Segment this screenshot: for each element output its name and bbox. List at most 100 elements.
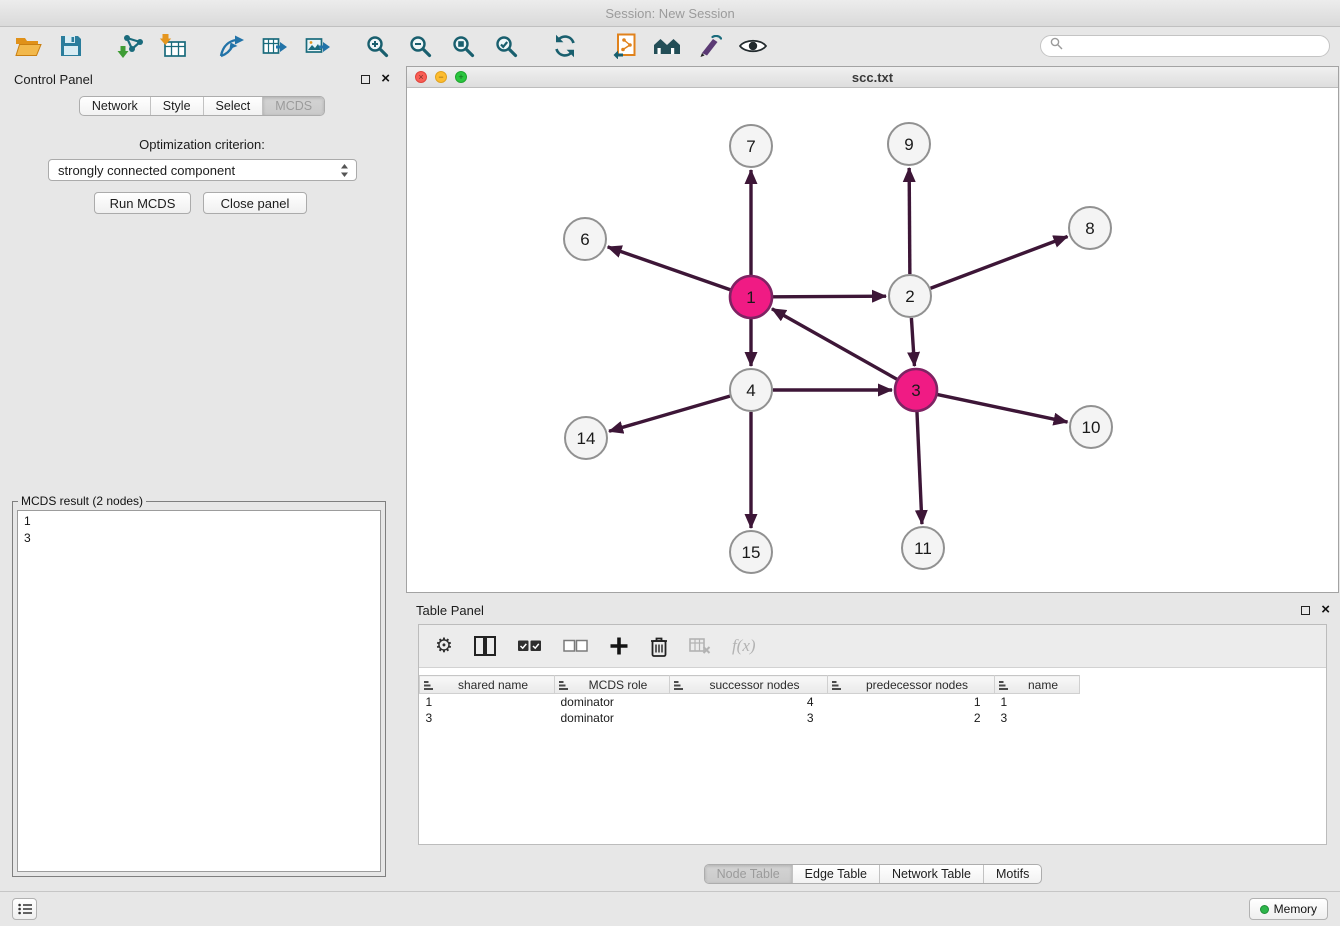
search-input[interactable] bbox=[1068, 39, 1320, 53]
column-header-shared-name[interactable]: shared name bbox=[420, 676, 555, 694]
select-all-icon[interactable] bbox=[517, 638, 542, 654]
table-panel-title: Table Panel bbox=[416, 603, 484, 618]
graph-edge-3-1[interactable] bbox=[772, 309, 897, 379]
export-table-icon[interactable] bbox=[257, 31, 293, 61]
tab-network-table[interactable]: Network Table bbox=[880, 865, 984, 883]
houses-icon[interactable] bbox=[649, 31, 685, 61]
deselect-all-icon[interactable] bbox=[563, 638, 588, 654]
import-network-icon[interactable] bbox=[112, 31, 148, 61]
share-arrows-icon[interactable] bbox=[214, 31, 250, 61]
sort-icon bbox=[998, 680, 1009, 694]
column-header-MCDS-role[interactable]: MCDS role bbox=[555, 676, 670, 694]
close-window-icon[interactable]: × bbox=[415, 71, 427, 83]
delete-table-icon bbox=[689, 637, 711, 655]
table-cell: 1 bbox=[828, 694, 995, 710]
tab-network[interactable]: Network bbox=[80, 97, 151, 115]
network-graph[interactable]: 7 9 6 8 1 2 4 3 14 10 15 11 bbox=[407, 88, 1338, 592]
document-network-icon[interactable] bbox=[606, 31, 642, 61]
network-window: scc.txt × − + 7 9 6 8 1 2 4 3 14 10 15 11 bbox=[406, 66, 1339, 593]
graph-node-2[interactable]: 2 bbox=[889, 275, 931, 317]
column-label: shared name bbox=[458, 678, 528, 692]
tab-mcds[interactable]: MCDS bbox=[263, 97, 324, 115]
svg-text:6: 6 bbox=[580, 230, 589, 249]
sort-icon bbox=[558, 680, 569, 694]
graph-node-11[interactable]: 11 bbox=[902, 527, 944, 569]
column-label: successor nodes bbox=[709, 678, 799, 692]
save-floppy-icon[interactable] bbox=[53, 31, 89, 61]
mcds-result-title: MCDS result (2 nodes) bbox=[18, 494, 146, 508]
zoom-out-icon[interactable] bbox=[402, 31, 438, 61]
menu-list-icon[interactable] bbox=[12, 898, 37, 920]
tab-edge-table[interactable]: Edge Table bbox=[793, 865, 880, 883]
import-table-icon[interactable] bbox=[155, 31, 191, 61]
graph-node-15[interactable]: 15 bbox=[730, 531, 772, 573]
table-row[interactable]: 1dominator411 bbox=[420, 694, 1080, 710]
control-tabs: NetworkStyleSelectMCDS bbox=[79, 96, 325, 116]
open-folder-icon[interactable] bbox=[10, 31, 46, 61]
table-row[interactable]: 3dominator323 bbox=[420, 710, 1080, 726]
graph-edge-2-9[interactable] bbox=[909, 168, 910, 274]
svg-text:9: 9 bbox=[904, 135, 913, 154]
close-table-panel-icon[interactable]: × bbox=[1321, 605, 1330, 615]
trash-icon[interactable] bbox=[650, 636, 668, 657]
graph-edge-2-8[interactable] bbox=[931, 236, 1068, 288]
close-panel-button[interactable]: Close panel bbox=[203, 192, 307, 214]
zoom-window-icon[interactable]: + bbox=[455, 71, 467, 83]
svg-text:11: 11 bbox=[914, 539, 932, 558]
columns-icon[interactable] bbox=[474, 636, 496, 656]
graph-edge-3-10[interactable] bbox=[938, 395, 1068, 422]
tab-node-table[interactable]: Node Table bbox=[705, 865, 793, 883]
network-window-titlebar[interactable]: scc.txt × − + bbox=[407, 67, 1338, 88]
memory-button[interactable]: Memory bbox=[1249, 898, 1328, 920]
tab-style[interactable]: Style bbox=[151, 97, 204, 115]
network-canvas[interactable]: 7 9 6 8 1 2 4 3 14 10 15 11 bbox=[407, 88, 1338, 592]
svg-text:4: 4 bbox=[746, 381, 755, 400]
graph-node-4[interactable]: 4 bbox=[730, 369, 772, 411]
float-panel-icon[interactable] bbox=[361, 75, 370, 84]
graph-node-10[interactable]: 10 bbox=[1070, 406, 1112, 448]
node-table[interactable]: shared name MCDS role successor nodes prede… bbox=[419, 675, 1326, 844]
graph-node-3[interactable]: 3 bbox=[895, 369, 937, 411]
graph-edge-4-14[interactable] bbox=[609, 396, 730, 431]
graph-edge-3-11[interactable] bbox=[917, 412, 922, 524]
column-header-predecessor-nodes[interactable]: predecessor nodes bbox=[828, 676, 995, 694]
graph-node-7[interactable]: 7 bbox=[730, 125, 772, 167]
zoom-fit-icon[interactable] bbox=[445, 31, 481, 61]
table-cell: 3 bbox=[995, 710, 1080, 726]
graph-node-14[interactable]: 14 bbox=[565, 417, 607, 459]
result-value: 1 bbox=[24, 513, 374, 530]
graph-node-6[interactable]: 6 bbox=[564, 218, 606, 260]
run-mcds-button[interactable]: Run MCDS bbox=[94, 192, 191, 214]
column-header-successor-nodes[interactable]: successor nodes bbox=[670, 676, 828, 694]
table-cell: 1 bbox=[995, 694, 1080, 710]
graph-node-1[interactable]: 1 bbox=[730, 276, 772, 318]
tab-motifs[interactable]: Motifs bbox=[984, 865, 1041, 883]
gear-icon[interactable]: ⚙ bbox=[435, 636, 453, 656]
graph-node-9[interactable]: 9 bbox=[888, 123, 930, 165]
graph-edge-1-2[interactable] bbox=[773, 296, 886, 297]
graph-edge-1-6[interactable] bbox=[608, 247, 731, 290]
table-panel: Table Panel × ⚙ bbox=[406, 597, 1340, 891]
criterion-dropdown[interactable]: strongly connected component bbox=[48, 159, 357, 181]
refresh-icon[interactable] bbox=[547, 31, 583, 61]
add-icon[interactable] bbox=[609, 636, 629, 656]
column-label: predecessor nodes bbox=[866, 678, 968, 692]
minimize-window-icon[interactable]: − bbox=[435, 71, 447, 83]
search-box[interactable] bbox=[1040, 35, 1330, 57]
zoom-in-icon[interactable] bbox=[359, 31, 395, 61]
mcds-result-box: MCDS result (2 nodes) 13 bbox=[12, 501, 386, 877]
memory-status-icon bbox=[1260, 905, 1269, 914]
style-brush-icon[interactable] bbox=[692, 31, 728, 61]
zoom-check-icon[interactable] bbox=[488, 31, 524, 61]
float-table-panel-icon[interactable] bbox=[1301, 606, 1310, 615]
mcds-result-list[interactable]: 13 bbox=[17, 510, 381, 872]
column-header-name[interactable]: name bbox=[995, 676, 1080, 694]
dropdown-chevrons-icon bbox=[340, 163, 349, 178]
export-image-icon[interactable] bbox=[300, 31, 336, 61]
eye-icon[interactable] bbox=[735, 31, 771, 61]
graph-node-8[interactable]: 8 bbox=[1069, 207, 1111, 249]
close-panel-icon[interactable]: × bbox=[381, 74, 390, 84]
graph-edge-2-3[interactable] bbox=[911, 318, 914, 366]
tab-select[interactable]: Select bbox=[204, 97, 264, 115]
table-cell: dominator bbox=[555, 710, 670, 726]
